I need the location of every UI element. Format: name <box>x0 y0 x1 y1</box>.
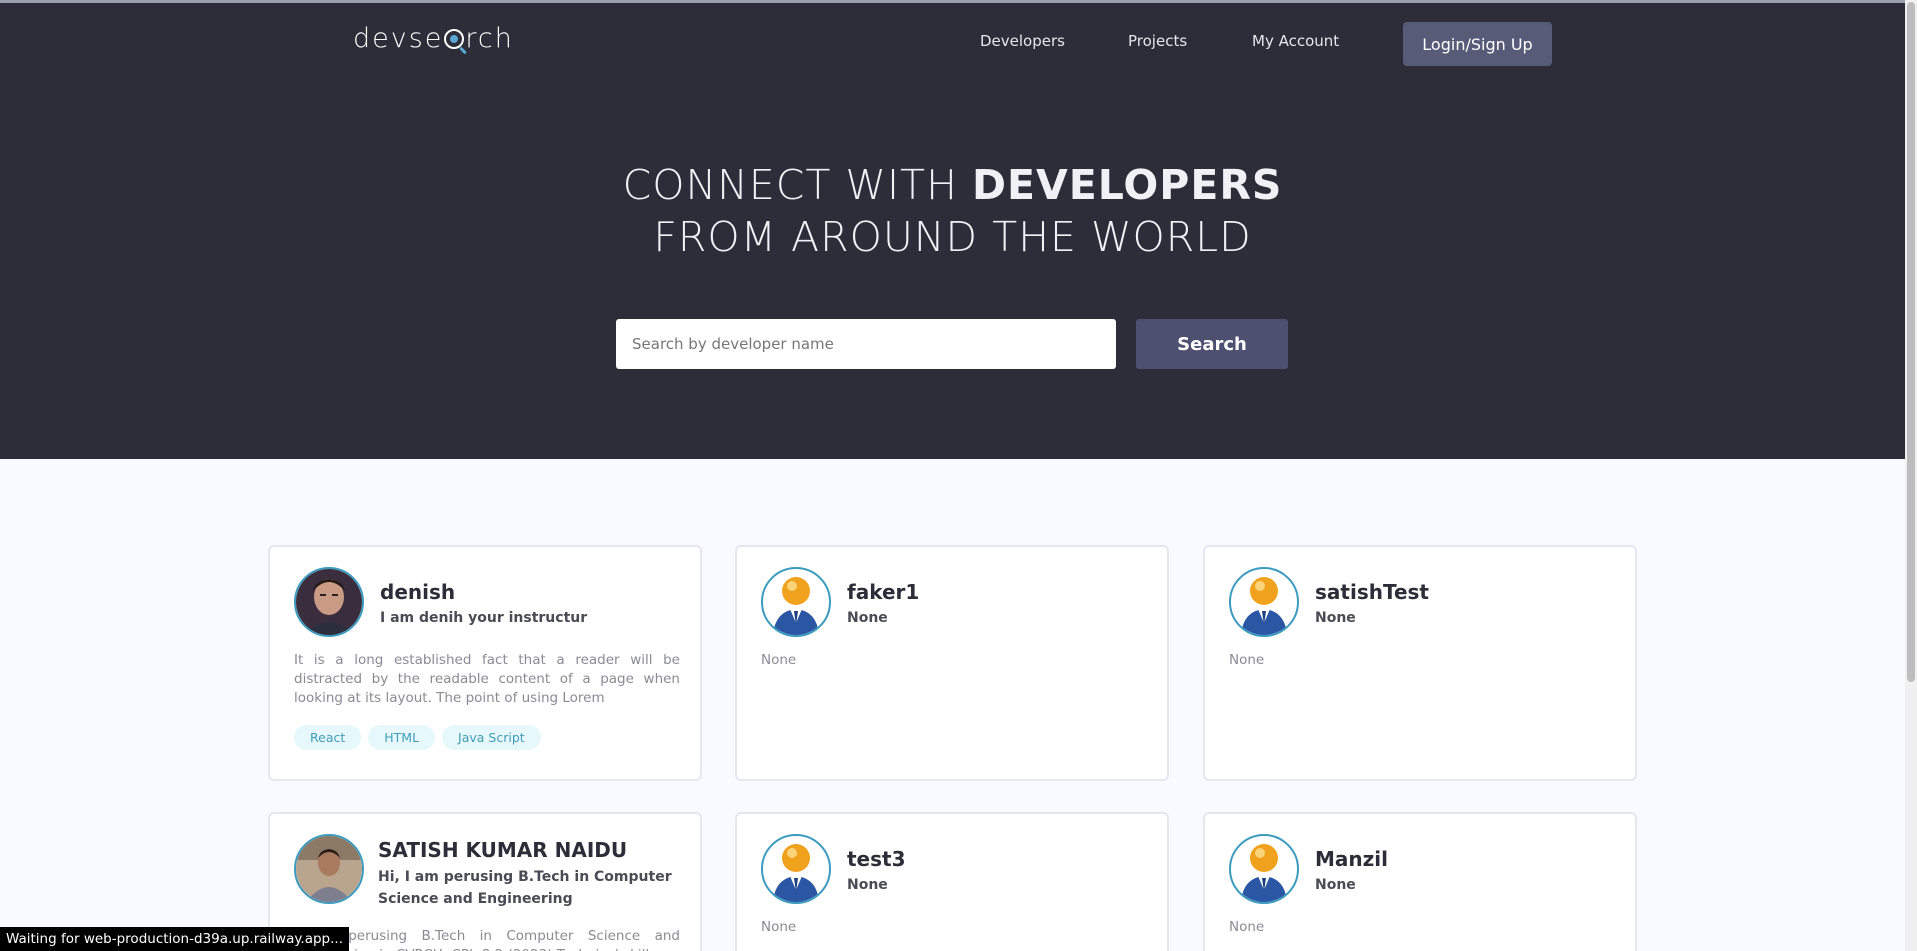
skill-tag: React <box>294 725 362 750</box>
developer-name[interactable]: SATISH KUMAR NAIDU <box>378 838 627 862</box>
developer-bio: None <box>1229 652 1265 668</box>
developer-card[interactable]: denish I am denih your instructur It is … <box>268 545 702 781</box>
developer-card[interactable]: Manzil None None <box>1203 812 1637 951</box>
default-user-icon <box>1229 567 1299 637</box>
developer-name[interactable]: faker1 <box>847 580 919 604</box>
search-button[interactable]: Search <box>1136 319 1288 369</box>
default-user-icon <box>1229 834 1299 904</box>
scrollbar[interactable] <box>1905 0 1917 951</box>
developer-photo <box>294 567 364 637</box>
developer-card[interactable]: test3 None None <box>735 812 1169 951</box>
developer-tagline: I am denih your instructur <box>380 610 588 626</box>
developer-tagline: None <box>1315 610 1356 626</box>
page: devse rch Developers Projects My Account … <box>0 0 1917 951</box>
search-input[interactable] <box>616 319 1116 369</box>
developer-tagline: Hi, I am perusing B.Tech in Computer Sci… <box>378 869 672 907</box>
developer-bio: None <box>761 919 797 935</box>
scrollbar-thumb[interactable] <box>1907 2 1915 682</box>
developer-name[interactable]: Manzil <box>1315 847 1388 871</box>
developer-tagline: None <box>847 610 888 626</box>
developer-card[interactable]: faker1 None None <box>735 545 1169 781</box>
skill-tag: HTML <box>368 725 436 750</box>
developer-tagline: None <box>847 877 888 893</box>
nav-projects[interactable]: Projects <box>1128 32 1187 50</box>
logo[interactable]: devse rch <box>353 23 514 54</box>
developer-bio: It is a long established fact that a rea… <box>294 652 680 706</box>
login-signup-button[interactable]: Login/Sign Up <box>1403 22 1552 66</box>
developer-photo <box>294 834 364 904</box>
header-hero: devse rch Developers Projects My Account … <box>0 0 1905 459</box>
nav-developers[interactable]: Developers <box>980 32 1065 50</box>
magnifier-icon <box>444 29 465 49</box>
default-user-icon <box>761 567 831 637</box>
logo-text-left: devse <box>353 23 444 54</box>
browser-status-bar: Waiting for web-production-d39a.up.railw… <box>0 927 349 951</box>
hero-title-line1: CONNECT WITH DEVELOPERS <box>0 161 1905 209</box>
developer-tagline: None <box>1315 877 1356 893</box>
developer-bio: None <box>761 652 797 668</box>
nav-my-account[interactable]: My Account <box>1252 32 1339 50</box>
developer-name[interactable]: test3 <box>847 847 906 871</box>
developer-bio: None <box>1229 919 1265 935</box>
developer-bio: I am perusing B.Tech in Computer Science… <box>294 928 680 951</box>
default-user-icon <box>761 834 831 904</box>
developer-card[interactable]: satishTest None None <box>1203 545 1637 781</box>
hero-title-prefix: CONNECT WITH <box>622 161 972 209</box>
developer-name[interactable]: satishTest <box>1315 580 1429 604</box>
hero-title-bold: DEVELOPERS <box>971 161 1283 209</box>
skill-tags: React HTML Java Script <box>294 725 541 750</box>
hero-title-line2: FROM AROUND THE WORLD <box>653 213 1252 261</box>
logo-text-right: rch <box>465 23 514 54</box>
skill-tag: Java Script <box>442 725 541 750</box>
developer-name[interactable]: denish <box>380 580 455 604</box>
